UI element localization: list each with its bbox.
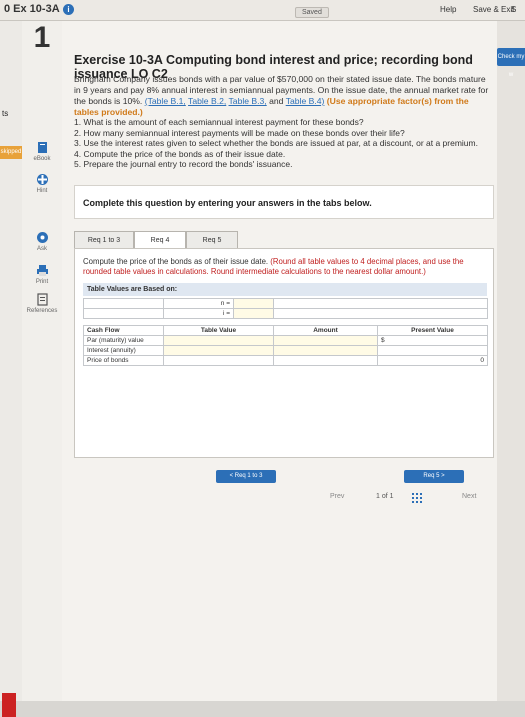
prev-tab-button[interactable]: < Req 1 to 3 [216, 470, 276, 483]
row-label: Par (maturity) value [83, 335, 164, 346]
sidebar-item-ask[interactable]: Ask [22, 231, 62, 252]
header-cash-flow: Cash Flow [83, 325, 164, 336]
save-exit-link[interactable]: Save & Exit [473, 5, 514, 14]
empty-cell [83, 298, 164, 309]
table-b3-link[interactable]: Table B.3, [229, 96, 267, 106]
compute-instruction: Compute the price of the bonds as of the… [83, 257, 488, 277]
question-content: Exercise 10-3A Computing bond interest a… [62, 21, 497, 701]
saved-status: Saved [295, 7, 329, 18]
row-label: Interest (annuity) [83, 345, 164, 356]
right-strip [497, 21, 525, 701]
i-input[interactable] [233, 308, 274, 319]
assignment-title: 0 Ex 10-3A [4, 3, 60, 15]
table-row: n = [83, 298, 488, 309]
requirement-item: 2. How many semiannual interest payments… [74, 127, 405, 138]
next-question-link[interactable]: Next [462, 493, 476, 500]
sidebar-item-label: Ask [36, 246, 47, 252]
requirement-item: 5. Prepare the journal entry to record t… [74, 159, 293, 169]
table-b1-link[interactable]: (Table B.1, [145, 96, 186, 106]
submit-link[interactable]: S [511, 5, 516, 14]
price-total-cell: 0 [377, 355, 488, 366]
table-row: Interest (annuity) [83, 345, 488, 356]
header-amount: Amount [273, 325, 378, 336]
sidebar-item-label: eBook [33, 156, 51, 162]
sidebar-item-references[interactable]: References [22, 293, 62, 314]
bond-price-table: n = i = [83, 298, 488, 319]
sidebar-item-print[interactable]: Print [22, 264, 62, 285]
table-row: Price of bonds 0 [83, 355, 488, 366]
exercise-description: Bringham Company issues bonds with a par… [74, 74, 492, 118]
instruction-banner: Complete this question by entering your … [74, 185, 494, 219]
tab-req-1-3[interactable]: Req 1 to 3 [74, 231, 134, 249]
references-icon [36, 293, 48, 306]
n-label: n = [163, 298, 234, 309]
prev-question-link[interactable]: Prev [330, 493, 344, 500]
empty-cell [273, 298, 488, 309]
table-b2-link[interactable]: Table B.2, [188, 96, 226, 106]
sidebar-item-label: Print [35, 279, 49, 285]
question-number: 1 [33, 21, 51, 54]
table-row: i = [83, 308, 488, 319]
info-icon[interactable]: i [63, 4, 74, 15]
compute-text: Compute the price of the bonds as of the… [83, 257, 269, 266]
help-link[interactable]: Help [440, 5, 456, 14]
sidebar-item-label: References [26, 308, 58, 314]
tools-sidebar: 1 eBook Hint Ask Print References [22, 21, 63, 701]
amount-input[interactable] [273, 335, 378, 346]
header-table-value: Table Value [163, 325, 274, 336]
requirement-item: 4. Compute the price of the bonds as of … [74, 148, 286, 159]
description-text-3: and [269, 96, 286, 106]
top-bar: 0 Ex 10-3A i Saved Help Save & Exit S [0, 0, 525, 21]
table-row: Par (maturity) value $ [83, 335, 488, 346]
present-value-table: Cash Flow Table Value Amount Present Val… [83, 325, 488, 366]
grid-icon[interactable] [412, 493, 422, 503]
hint-icon [36, 174, 48, 185]
brand-logo [2, 693, 16, 717]
table-b4-link[interactable]: Table B.4) [286, 96, 325, 106]
requirement-item: 3. Use the interest rates given to selec… [74, 138, 478, 148]
empty-cell [273, 308, 488, 319]
requirements-list: 1. What is the amount of each semiannual… [74, 117, 492, 170]
empty-cell [163, 355, 274, 366]
empty-cell [273, 355, 378, 366]
print-icon [36, 265, 48, 276]
req-4-panel: Compute the price of the bonds as of the… [74, 248, 494, 458]
ask-icon [36, 232, 48, 243]
sidebar-item-ebook[interactable]: eBook [22, 141, 62, 162]
table-value-input[interactable] [163, 345, 274, 356]
row-label: Price of bonds [83, 355, 164, 366]
tab-req-4[interactable]: Req 4 [134, 231, 186, 249]
n-input[interactable] [233, 298, 274, 309]
tab-req-5[interactable]: Req 5 [186, 231, 238, 249]
present-value-cell: $ [377, 335, 488, 346]
table-row: Cash Flow Table Value Amount Present Val… [83, 325, 488, 336]
empty-cell [83, 308, 164, 319]
question-position: 1 of 1 [376, 493, 394, 500]
sidebar-item-hint[interactable]: Hint [22, 173, 62, 194]
question-strip: ts skipped [0, 21, 23, 717]
next-tab-button[interactable]: Req 5 > [404, 470, 464, 483]
skipped-badge[interactable]: skipped [0, 146, 22, 159]
header-present-value: Present Value [377, 325, 488, 336]
strip-label: ts [2, 109, 9, 118]
table-values-header: Table Values are Based on: [83, 283, 487, 296]
sidebar-item-label: Hint [36, 188, 48, 194]
check-my-work-button[interactable]: Check my w [497, 48, 525, 78]
amount-input[interactable] [273, 345, 378, 356]
i-label: i = [163, 308, 234, 319]
requirement-item: 1. What is the amount of each semiannual… [74, 117, 364, 127]
table-value-input[interactable] [163, 335, 274, 346]
book-icon [37, 142, 47, 153]
present-value-cell [377, 345, 488, 356]
